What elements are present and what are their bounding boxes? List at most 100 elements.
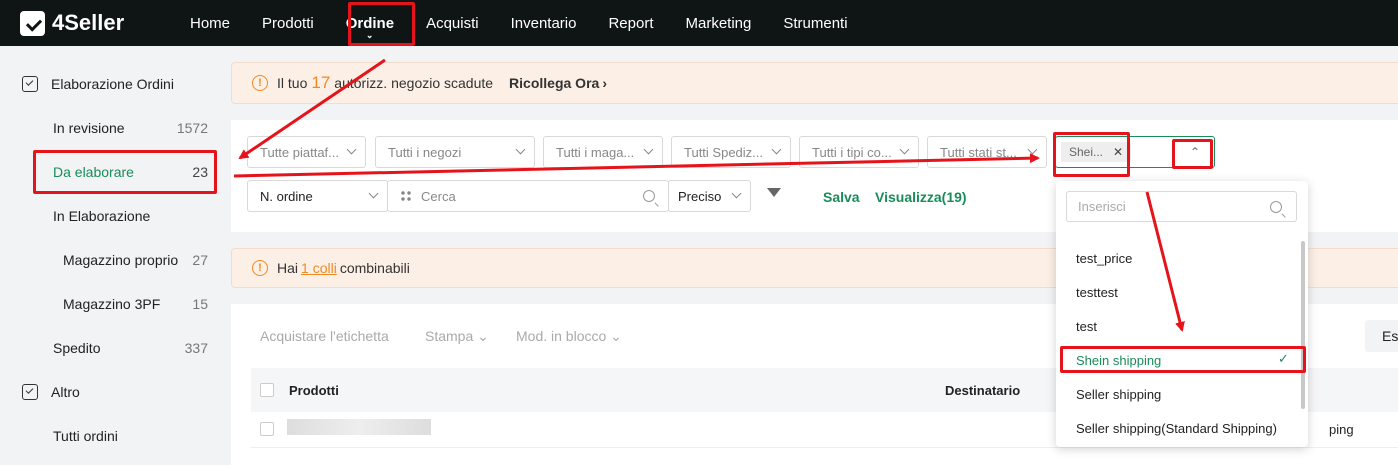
- sidebar-item-count: 27: [192, 252, 208, 268]
- dropdown-search-input[interactable]: Inserisci: [1066, 191, 1297, 222]
- product-image-placeholder: [287, 419, 431, 435]
- chevron-down-icon: [731, 188, 742, 199]
- sidebar-item-label: In Elaborazione: [53, 208, 151, 224]
- notice-count: 17: [311, 73, 331, 92]
- print-label: Stampa: [425, 328, 474, 344]
- select-value: Tutti i negozi: [388, 144, 462, 160]
- sidebar-group-label: Altro: [51, 384, 80, 400]
- match-select[interactable]: Preciso: [668, 180, 751, 212]
- select-value: Tutti i maga...: [556, 144, 635, 160]
- clipboard-icon: [22, 384, 38, 400]
- sidebar-item-magazzino-3pf[interactable]: Magazzino 3PF 15: [63, 296, 208, 312]
- chevron-down-icon: ⌄: [610, 328, 622, 344]
- notice-prefix: Hai: [277, 260, 299, 276]
- warning-icon: !: [252, 75, 268, 91]
- main-nav: Home Prodotti Ordine ⌄ Acquisti Inventar…: [190, 0, 880, 46]
- warning-icon: !: [252, 260, 268, 276]
- app-logo[interactable]: 4Seller: [20, 10, 190, 36]
- logo-text: 4Seller: [52, 10, 125, 35]
- row-shipping-partial: ping: [1329, 422, 1354, 437]
- shipping-select[interactable]: Tutti Spediz...: [671, 136, 791, 168]
- bulk-edit-menu[interactable]: Mod. in blocco ⌄: [516, 328, 622, 345]
- notice-suffix: combinabili: [339, 260, 410, 276]
- save-button[interactable]: Salva: [823, 189, 860, 205]
- chevron-down-icon: [515, 144, 526, 155]
- sidebar-item-magazzino-proprio[interactable]: Magazzino proprio 27: [63, 252, 208, 268]
- dropdown-option[interactable]: testtest: [1076, 285, 1118, 300]
- annotation-box-shein: [1060, 346, 1306, 373]
- dropdown-search-placeholder: Inserisci: [1078, 199, 1126, 214]
- search-icon: [643, 190, 655, 202]
- status-select[interactable]: Tutti stati st...: [927, 136, 1047, 168]
- sidebar-item-label: Magazzino 3PF: [63, 296, 161, 312]
- view-button[interactable]: Visualizza(19): [875, 189, 967, 205]
- sidebar-group-altro[interactable]: Altro: [22, 384, 80, 400]
- select-value: Tutti Spediz...: [684, 144, 763, 160]
- sidebar-item-label: Tutti ordini: [53, 428, 118, 444]
- annotation-box-ordine: [348, 2, 415, 46]
- dropdown-option[interactable]: Seller shipping(Standard Shipping): [1076, 421, 1277, 436]
- type-select[interactable]: Tutti i tipi co...: [799, 136, 919, 168]
- nav-home[interactable]: Home: [190, 0, 230, 46]
- clipboard-icon: [22, 76, 38, 92]
- reconnect-link[interactable]: Ricollega Ora: [509, 75, 599, 91]
- select-value: Preciso: [678, 188, 722, 204]
- sidebar-group-elaborazione[interactable]: Elaborazione Ordini: [22, 76, 174, 92]
- dropdown-option[interactable]: Seller shipping: [1076, 387, 1161, 402]
- col-recipient: Destinatario: [945, 383, 1021, 398]
- nav-acquisti[interactable]: Acquisti: [426, 0, 479, 46]
- select-value: Tutte piattaf...: [260, 144, 340, 160]
- dropdown-option[interactable]: test: [1076, 319, 1097, 334]
- sidebar-item-in-elaborazione[interactable]: In Elaborazione: [53, 208, 208, 224]
- dropdown-scrollbar[interactable]: [1301, 241, 1305, 409]
- notice-suffix: autorizz. negozio scadute: [334, 75, 494, 91]
- scan-icon: [400, 190, 412, 202]
- nav-report[interactable]: Report: [608, 0, 653, 46]
- annotation-box-da-elaborare: [33, 150, 217, 194]
- annotation-box-chevron: [1172, 139, 1213, 169]
- sidebar-group-label: Elaborazione Ordini: [51, 76, 174, 92]
- dropdown-option[interactable]: test_price: [1076, 251, 1132, 266]
- nav-marketing[interactable]: Marketing: [686, 0, 752, 46]
- chevron-down-icon: [771, 144, 782, 155]
- sidebar-item-count: 1572: [176, 120, 208, 136]
- select-value: N. ordine: [260, 188, 313, 204]
- search-input[interactable]: Cerca: [387, 180, 669, 212]
- bulk-label: Mod. in blocco: [516, 328, 607, 344]
- select-value: Tutti i tipi co...: [812, 144, 892, 160]
- col-products: Prodotti: [289, 383, 339, 398]
- chevron-down-icon: [899, 144, 910, 155]
- logo-icon: [20, 10, 45, 36]
- nav-inventario[interactable]: Inventario: [511, 0, 577, 46]
- sidebar-item-label: In revisione: [53, 120, 125, 136]
- carrier-dropdown: Inserisci test_price testtest test Shein…: [1056, 181, 1308, 447]
- export-label: Es: [1382, 328, 1398, 344]
- sidebar-item-count: 15: [192, 296, 208, 312]
- nav-strumenti[interactable]: Strumenti: [783, 0, 847, 46]
- export-button[interactable]: Es: [1365, 320, 1398, 352]
- sidebar-item-in-revisione[interactable]: In revisione 1572: [53, 120, 208, 136]
- platform-select[interactable]: Tutte piattaf...: [247, 136, 366, 168]
- chevron-down-icon: ⌄: [477, 328, 489, 344]
- shop-select[interactable]: Tutti i negozi: [375, 136, 535, 168]
- chevron-right-icon: ›: [602, 75, 607, 91]
- chevron-down-icon: [1027, 144, 1038, 155]
- sidebar-item-tutti-ordini[interactable]: Tutti ordini: [53, 428, 208, 444]
- row-checkbox[interactable]: [260, 422, 274, 436]
- search-placeholder: Cerca: [421, 188, 456, 204]
- sidebar-item-spedito[interactable]: Spedito 337: [53, 340, 208, 356]
- chevron-down-icon: [368, 188, 379, 199]
- buy-label-button[interactable]: Acquistare l'etichetta: [260, 328, 389, 344]
- select-all-checkbox[interactable]: [260, 383, 274, 397]
- search-icon: [1270, 201, 1282, 213]
- chevron-down-icon: [346, 144, 357, 155]
- order-field-select[interactable]: N. ordine: [247, 180, 388, 212]
- warehouse-select[interactable]: Tutti i maga...: [543, 136, 663, 168]
- filter-icon[interactable]: [767, 188, 781, 197]
- sidebar-item-count: 337: [184, 340, 208, 356]
- nav-prodotti[interactable]: Prodotti: [262, 0, 314, 46]
- chevron-down-icon: [643, 144, 654, 155]
- combinable-link[interactable]: 1 colli: [301, 260, 337, 276]
- sidebar-item-label: Spedito: [53, 340, 101, 356]
- print-menu[interactable]: Stampa ⌄: [425, 328, 489, 345]
